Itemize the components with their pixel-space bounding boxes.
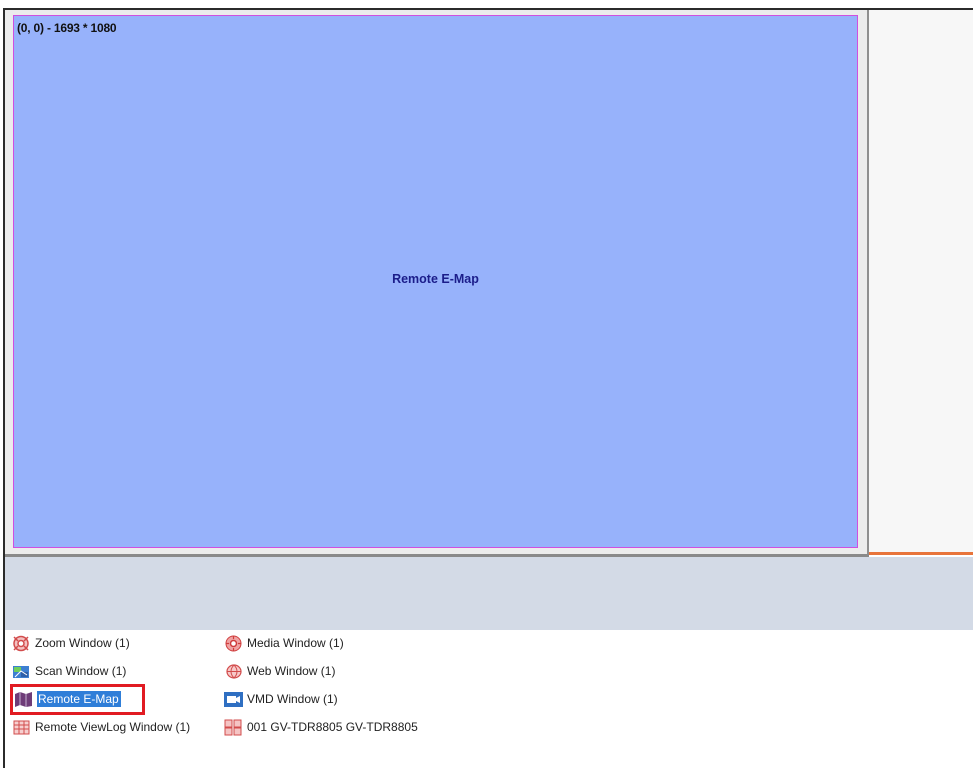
- remote-emap-region[interactable]: (0, 0) - 1693 * 1080 Remote E-Map: [13, 15, 858, 548]
- list-item-zoom-window[interactable]: Zoom Window (1): [12, 632, 130, 654]
- region-label: Remote E-Map: [392, 272, 479, 286]
- scan-window-icon: [12, 663, 31, 680]
- list-item-camera-device[interactable]: 001 GV-TDR8805 GV-TDR8805: [224, 716, 418, 738]
- list-item-label: Remote ViewLog Window (1): [35, 720, 191, 734]
- window-list: [5, 630, 973, 771]
- selection-outline: [10, 684, 145, 715]
- list-item-scan-window[interactable]: Scan Window (1): [12, 660, 126, 682]
- list-item-label: Web Window (1): [247, 664, 336, 678]
- web-window-icon: [224, 663, 243, 680]
- coordinate-readout: (0, 0) - 1693 * 1080: [17, 21, 117, 35]
- separator-band: [5, 557, 973, 630]
- zoom-window-icon: [12, 635, 31, 652]
- remote-viewlog-icon: [12, 719, 31, 736]
- list-item-media-window[interactable]: Media Window (1): [224, 632, 344, 654]
- camera-device-icon: [224, 719, 243, 736]
- list-item-label: Zoom Window (1): [35, 636, 130, 650]
- list-item-web-window[interactable]: Web Window (1): [224, 660, 335, 682]
- list-item-vmd-window[interactable]: VMD Window (1): [224, 688, 338, 710]
- list-item-label: Media Window (1): [247, 636, 344, 650]
- right-panel: [869, 10, 973, 552]
- list-item-label: Scan Window (1): [35, 664, 127, 678]
- right-panel-accent: [869, 552, 973, 555]
- list-item-remote-viewlog[interactable]: Remote ViewLog Window (1): [12, 716, 190, 738]
- list-item-label: 001 GV-TDR8805 GV-TDR8805: [247, 720, 418, 734]
- list-item-label: VMD Window (1): [247, 692, 338, 706]
- vmd-window-icon: [224, 691, 243, 708]
- media-window-icon: [224, 635, 243, 652]
